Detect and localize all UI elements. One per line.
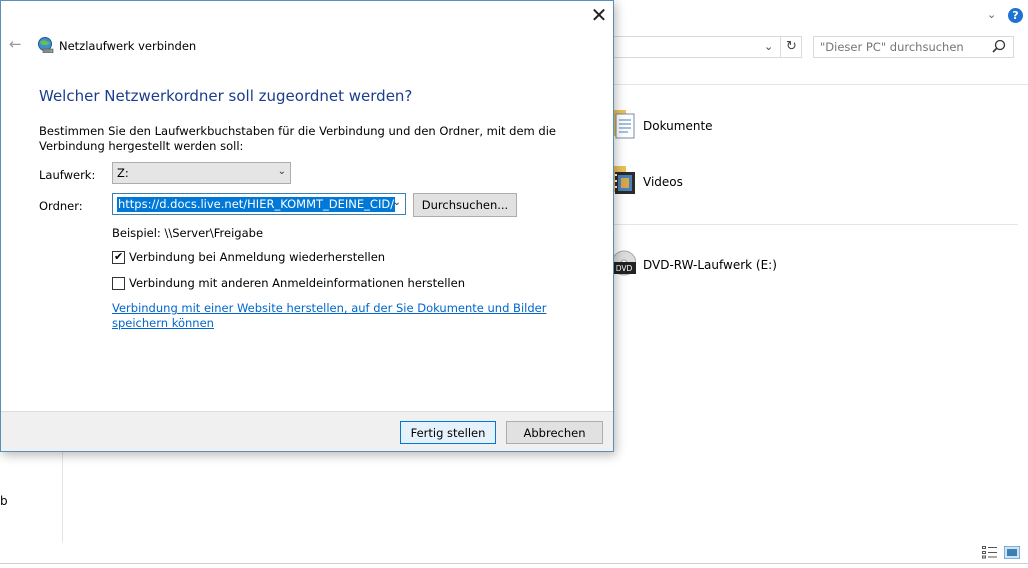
folder-path-combobox[interactable]: https://d.docs.live.net/HIER_KOMMT_DEINE… [112,193,406,215]
network-drive-icon [38,37,54,53]
videos-folder-icon [612,166,635,194]
other-credentials-checkbox[interactable] [112,277,125,290]
finish-button[interactable]: Fertig stellen [400,421,496,444]
ribbon-expand-chevron-icon[interactable]: ⌄ [987,8,1001,22]
dialog-heading: Welcher Netzwerkordner soll zugeordnet w… [39,87,413,105]
section-divider [612,224,1018,225]
folder-path-value[interactable]: https://d.docs.live.net/HIER_KOMMT_DEINE… [117,197,396,212]
chevron-down-icon[interactable]: ⌄ [393,197,401,208]
navigation-pane-text[interactable]: b [0,494,8,508]
drive-letter-select[interactable]: Z: ⌄ [112,162,291,184]
other-credentials-checkbox-label[interactable]: Verbindung mit anderen Anmeldeinformatio… [129,276,465,290]
drive-label: Laufwerk: [39,168,96,182]
chevron-down-icon: ⌄ [277,166,286,177]
reconnect-checkbox-label[interactable]: Verbindung bei Anmeldung wiederherstelle… [129,250,385,264]
back-arrow-icon[interactable]: ← [9,36,25,52]
help-icon[interactable]: ? [1008,8,1023,23]
connect-to-website-link[interactable]: Verbindung mit einer Website herstellen,… [112,301,582,331]
reconnect-checkbox[interactable]: ✔ [112,250,125,264]
drive-letter-value: Z: [117,166,129,180]
path-example-text: Beispiel: \\Server\Freigabe [112,226,264,240]
navigation-pane-border [62,452,63,542]
cancel-button[interactable]: Abbrechen [506,421,603,444]
checkmark-icon: ✔ [114,250,124,263]
search-input[interactable] [820,39,990,55]
refresh-icon[interactable]: ↻ [780,36,802,58]
dialog-window-title: Netzlaufwerk verbinden [59,39,197,53]
dvd-label-text: DVD [616,264,633,273]
browse-button[interactable]: Durchsuchen... [413,193,517,217]
dvd-drive-icon: DVD [612,250,636,276]
documents-folder-icon [612,110,635,139]
folder-label: Ordner: [39,199,83,213]
details-view-icon[interactable] [982,546,998,559]
status-bar-border [0,563,1028,564]
map-network-drive-dialog: ✕ ← Netzlaufwerk verbinden Welcher Netzw… [0,0,614,452]
item-label: Dokumente [643,119,713,133]
address-history-chevron-icon[interactable]: ⌄ [764,40,773,53]
address-bar[interactable] [612,36,802,58]
search-box[interactable] [813,36,1014,58]
search-icon[interactable] [990,38,1008,56]
item-label: Videos [643,175,683,189]
close-icon[interactable]: ✕ [589,5,609,26]
item-label: DVD-RW-Laufwerk (E:) [643,258,777,272]
dialog-instructions: Bestimmen Sie den Laufwerkbuchstaben für… [39,124,556,153]
view-switcher [980,546,1024,560]
large-icons-view-icon[interactable] [1004,546,1020,559]
